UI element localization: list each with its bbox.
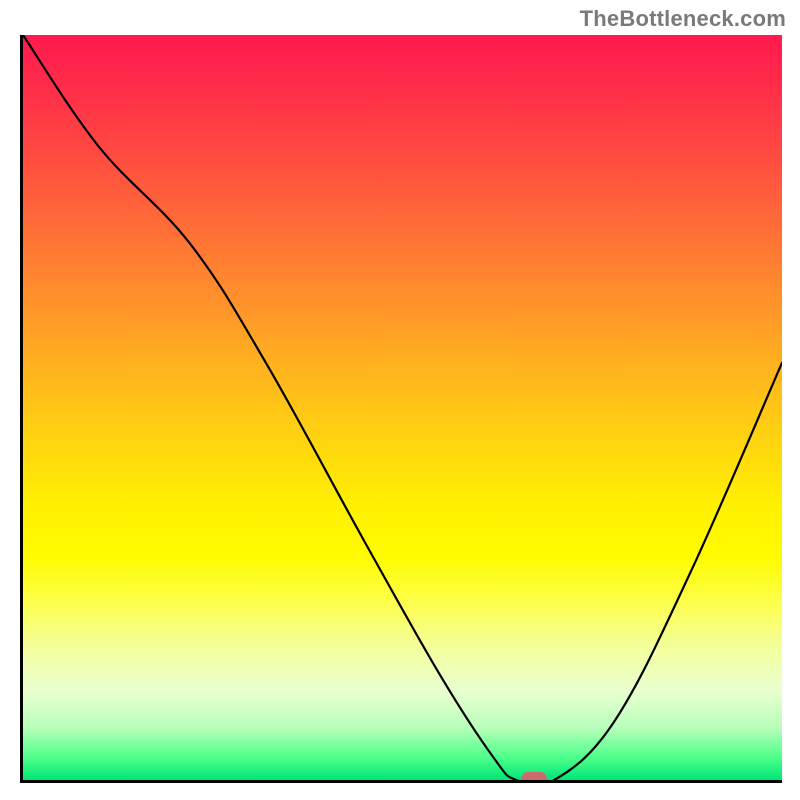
plot-area <box>20 35 782 783</box>
chart-container: TheBottleneck.com <box>0 0 800 800</box>
watermark-text: TheBottleneck.com <box>580 6 786 32</box>
optimal-marker <box>521 772 547 783</box>
gradient-background <box>23 35 782 780</box>
